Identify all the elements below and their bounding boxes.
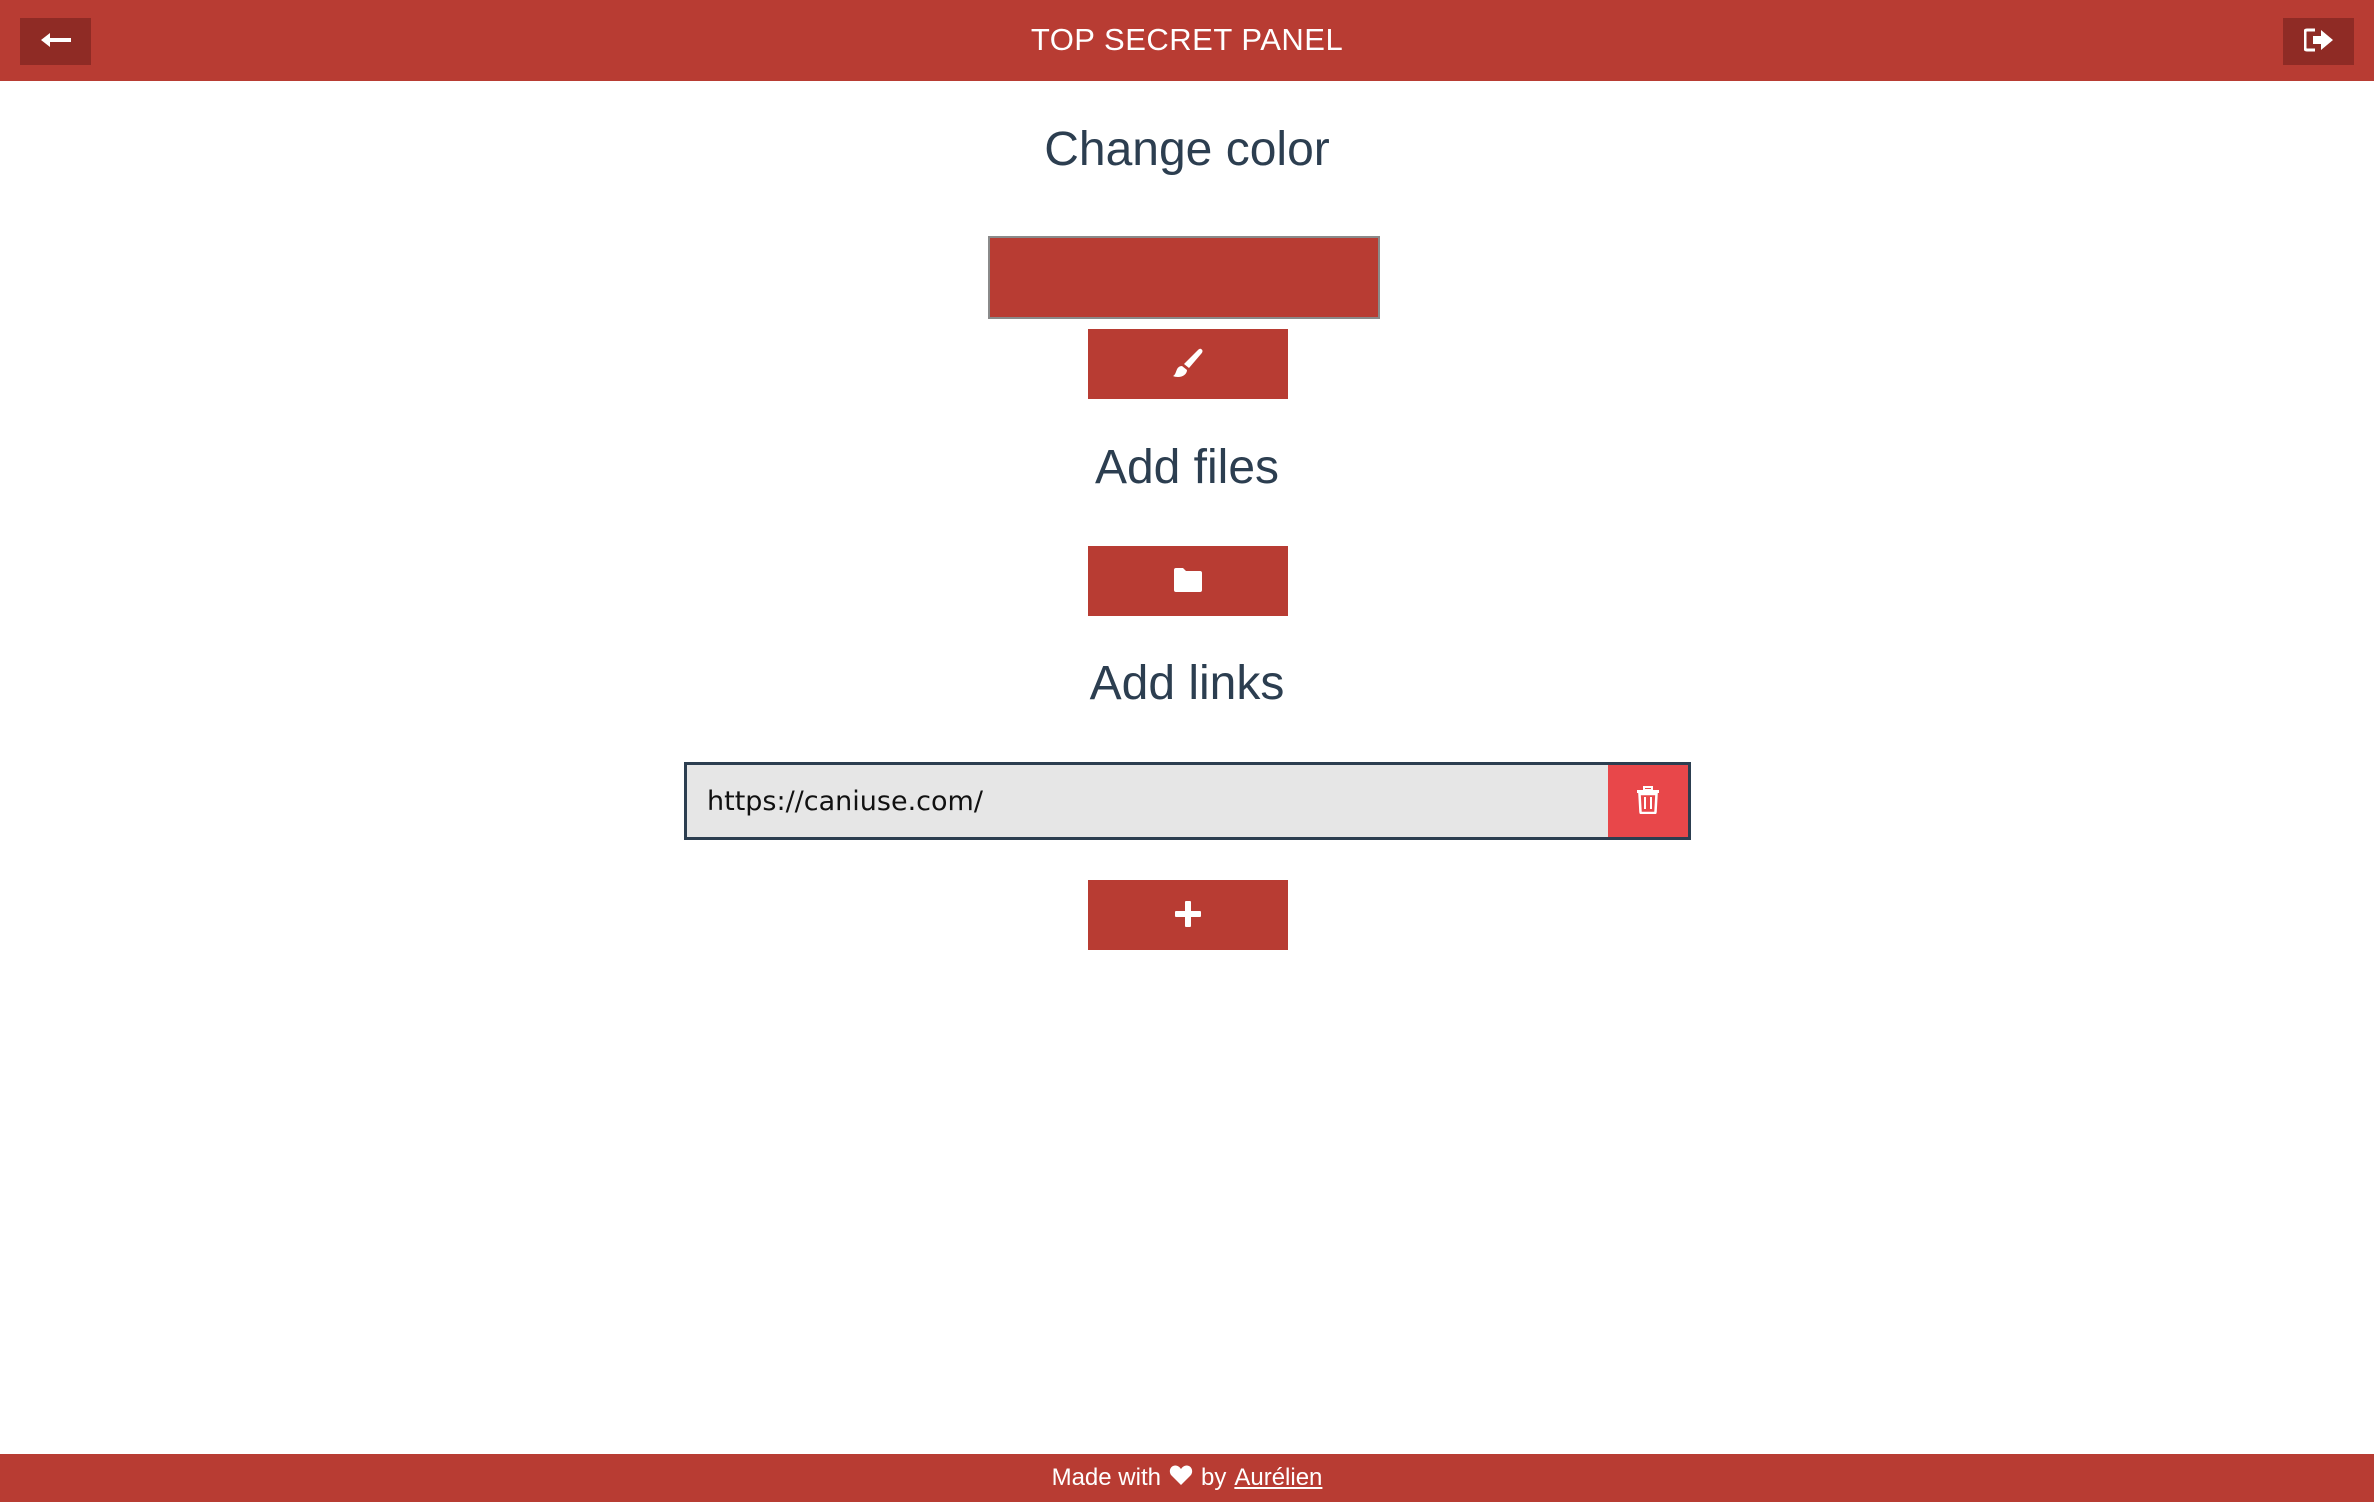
- footer-by: by: [1200, 1464, 1227, 1491]
- color-swatch[interactable]: [988, 236, 1380, 319]
- top-bar: TOP SECRET PANEL: [0, 0, 2374, 81]
- footer: Made with by Aurélien: [0, 1454, 2374, 1502]
- plus-icon: [1175, 900, 1201, 930]
- sign-out-icon: [2303, 27, 2334, 56]
- change-color-button[interactable]: [1088, 329, 1288, 399]
- add-link-button[interactable]: [1088, 880, 1288, 950]
- link-input[interactable]: [687, 765, 1608, 837]
- link-row: [684, 762, 1691, 840]
- footer-prefix: Made with: [1051, 1464, 1161, 1491]
- add-files-button[interactable]: [1088, 546, 1288, 616]
- trash-icon: [1637, 785, 1659, 817]
- author-link[interactable]: Aurélien: [1234, 1464, 1322, 1492]
- add-links-title: Add links: [1089, 657, 1285, 710]
- paint-brush-icon: [1172, 347, 1204, 382]
- page-title: TOP SECRET PANEL: [1030, 22, 1344, 57]
- folder-icon: [1172, 567, 1204, 596]
- logout-button[interactable]: [2283, 18, 2354, 65]
- change-color-title: Change color: [1044, 123, 1330, 176]
- heart-icon: [1169, 1464, 1193, 1493]
- add-files-title: Add files: [1094, 441, 1280, 494]
- delete-link-button[interactable]: [1608, 765, 1688, 837]
